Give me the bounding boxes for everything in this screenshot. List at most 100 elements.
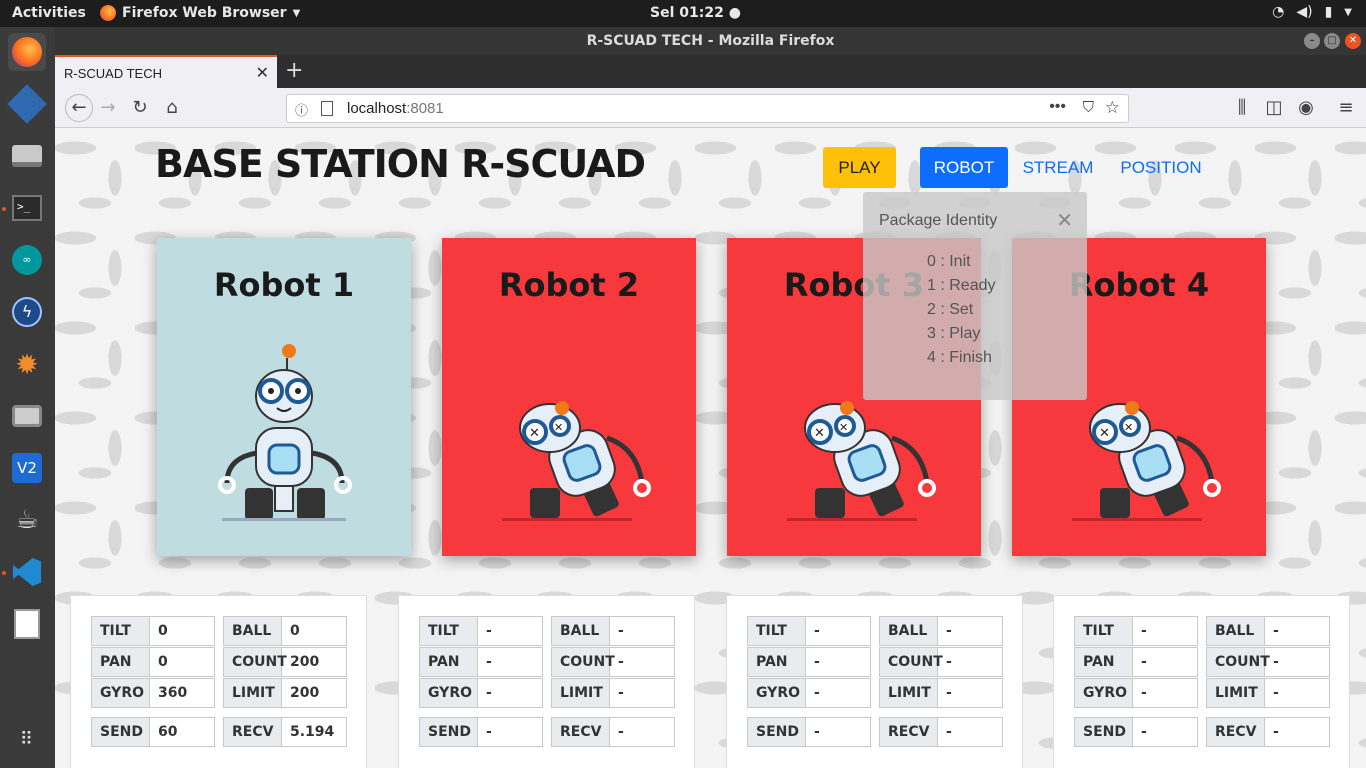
- svg-text:✕: ✕: [529, 426, 540, 441]
- wifi-icon: ◔: [1272, 4, 1285, 20]
- app-menu[interactable]: Firefox Web Browser ▼: [100, 5, 300, 21]
- pan-field: PAN 0: [91, 647, 215, 677]
- popover-list: 0 : Init 1 : Ready 2 : Set 3 : Play 4 : …: [927, 250, 995, 370]
- pan-field: PAN -: [1074, 647, 1198, 677]
- vnc-icon: V2: [12, 453, 42, 483]
- svg-text:✕: ✕: [839, 421, 848, 434]
- gyro-label: GYRO: [1075, 679, 1133, 707]
- list-item: 1 : Ready: [927, 277, 996, 294]
- dock-virtualbox[interactable]: [7, 84, 47, 124]
- tilt-field: TILT -: [419, 616, 543, 646]
- dock-app-bolt[interactable]: ϟ: [8, 293, 46, 331]
- count-label: COUNT: [552, 648, 615, 676]
- volume-icon: ◀): [1296, 4, 1313, 20]
- count-value: -: [1273, 654, 1279, 670]
- hamburger-icon: ≡: [1338, 97, 1354, 118]
- close-tab-icon[interactable]: ✕: [256, 63, 269, 82]
- home-button[interactable]: ⌂: [161, 97, 183, 118]
- list-item: 2 : Set: [927, 301, 974, 318]
- tab-rscuad[interactable]: R-SCUAD TECH ✕: [55, 55, 277, 88]
- svg-text:✕: ✕: [554, 421, 563, 434]
- limit-label: LIMIT: [880, 679, 938, 707]
- account-button[interactable]: ◉: [1295, 97, 1317, 118]
- limit-value: -: [618, 685, 624, 701]
- close-window-button[interactable]: ✕: [1345, 33, 1361, 49]
- new-tab-button[interactable]: +: [285, 58, 303, 83]
- account-icon: ◉: [1298, 97, 1314, 118]
- arrow-right-icon: →: [100, 97, 116, 118]
- recv-label: RECV: [552, 718, 610, 746]
- url-port: :8081: [406, 100, 444, 117]
- gyro-value: -: [1141, 685, 1147, 701]
- info-icon[interactable]: ⓘ: [295, 100, 308, 119]
- more-actions-icon[interactable]: •••: [1049, 98, 1066, 116]
- pan-label: PAN: [420, 648, 478, 676]
- position-link[interactable]: POSITION: [1115, 147, 1207, 188]
- menu-button[interactable]: ≡: [1335, 97, 1357, 118]
- limit-field: LIMIT -: [1206, 678, 1330, 708]
- drive-icon: [12, 145, 42, 167]
- robot-card-2[interactable]: Robot 2 ✕ ✕: [442, 238, 696, 556]
- robot-stats-panel-3: TILT - PAN - GYRO - SEND - BALL - COUNT - LIMIT - RECV…: [726, 595, 1023, 768]
- robot-card-1[interactable]: Robot 1: [157, 238, 411, 556]
- back-button[interactable]: ←: [65, 94, 93, 122]
- limit-value: -: [1273, 685, 1279, 701]
- stream-link[interactable]: STREAM: [1017, 147, 1099, 188]
- system-tray[interactable]: ◔ ◀) ▮ ▼: [1272, 4, 1352, 20]
- dock-camera[interactable]: [8, 397, 46, 435]
- dock-vnc[interactable]: V2: [8, 449, 46, 487]
- close-icon[interactable]: ✕: [1056, 208, 1073, 233]
- dock-app-gear[interactable]: ✹: [8, 345, 46, 383]
- system-top-bar: Activities Firefox Web Browser ▼ Sel 01:…: [0, 0, 1366, 27]
- gyro-field: GYRO -: [1074, 678, 1198, 708]
- dock-vscode[interactable]: [8, 553, 46, 591]
- gyro-field: GYRO -: [747, 678, 871, 708]
- dock-arduino[interactable]: ∞: [8, 241, 46, 279]
- play-button[interactable]: PLAY: [823, 147, 896, 188]
- ball-label: BALL: [552, 617, 610, 645]
- minimize-button[interactable]: –: [1304, 33, 1320, 49]
- gyro-value: 360: [158, 685, 188, 701]
- count-label: COUNT: [880, 648, 943, 676]
- clock[interactable]: Sel 01:22 ●: [650, 5, 741, 21]
- dock-show-apps[interactable]: ⠿: [8, 721, 46, 759]
- dock-firefox[interactable]: [8, 33, 46, 71]
- recv-label: RECV: [224, 718, 282, 746]
- dock-text-editor[interactable]: [8, 605, 46, 643]
- dock-java[interactable]: ☕: [8, 501, 46, 539]
- send-field: SEND -: [419, 717, 543, 747]
- ball-field: BALL -: [1206, 616, 1330, 646]
- chevron-down-icon: ▼: [1344, 6, 1352, 18]
- gyro-label: GYRO: [748, 679, 806, 707]
- recv-value: -: [618, 724, 624, 740]
- pocket-icon[interactable]: ⛉: [1083, 99, 1094, 116]
- bookmark-star-icon[interactable]: ☆: [1105, 98, 1120, 118]
- maximize-button[interactable]: □: [1324, 33, 1340, 49]
- clock-label: Sel 01:22: [650, 5, 724, 21]
- dock-terminal[interactable]: >_: [8, 189, 46, 227]
- forward-button[interactable]: →: [97, 97, 119, 118]
- tilt-label: TILT: [420, 617, 478, 645]
- reload-button[interactable]: ↻: [129, 97, 151, 118]
- send-label: SEND: [1075, 718, 1133, 746]
- page-icon: [321, 101, 333, 116]
- count-value: -: [946, 654, 952, 670]
- sidebar-button[interactable]: ◫: [1263, 97, 1285, 118]
- send-field: SEND 60: [91, 717, 215, 747]
- tab-title: R-SCUAD TECH: [64, 66, 162, 81]
- ball-value: -: [946, 623, 952, 639]
- pan-value: 0: [158, 654, 168, 670]
- send-label: SEND: [748, 718, 806, 746]
- pan-value: -: [814, 654, 820, 670]
- url-bar[interactable]: ⓘ localhost:8081 ••• ⛉ ☆: [286, 94, 1129, 123]
- activities-button[interactable]: Activities: [12, 5, 86, 21]
- ball-field: BALL 0: [223, 616, 347, 646]
- terminal-icon: >_: [12, 195, 42, 221]
- library-button[interactable]: ⫼: [1231, 97, 1253, 118]
- sidebar-icon: ◫: [1265, 97, 1283, 118]
- dock-files[interactable]: [8, 137, 46, 175]
- count-label: COUNT: [224, 648, 287, 676]
- limit-value: 200: [290, 685, 320, 701]
- arduino-icon: ∞: [12, 245, 42, 275]
- robot-button[interactable]: ROBOT: [920, 147, 1008, 188]
